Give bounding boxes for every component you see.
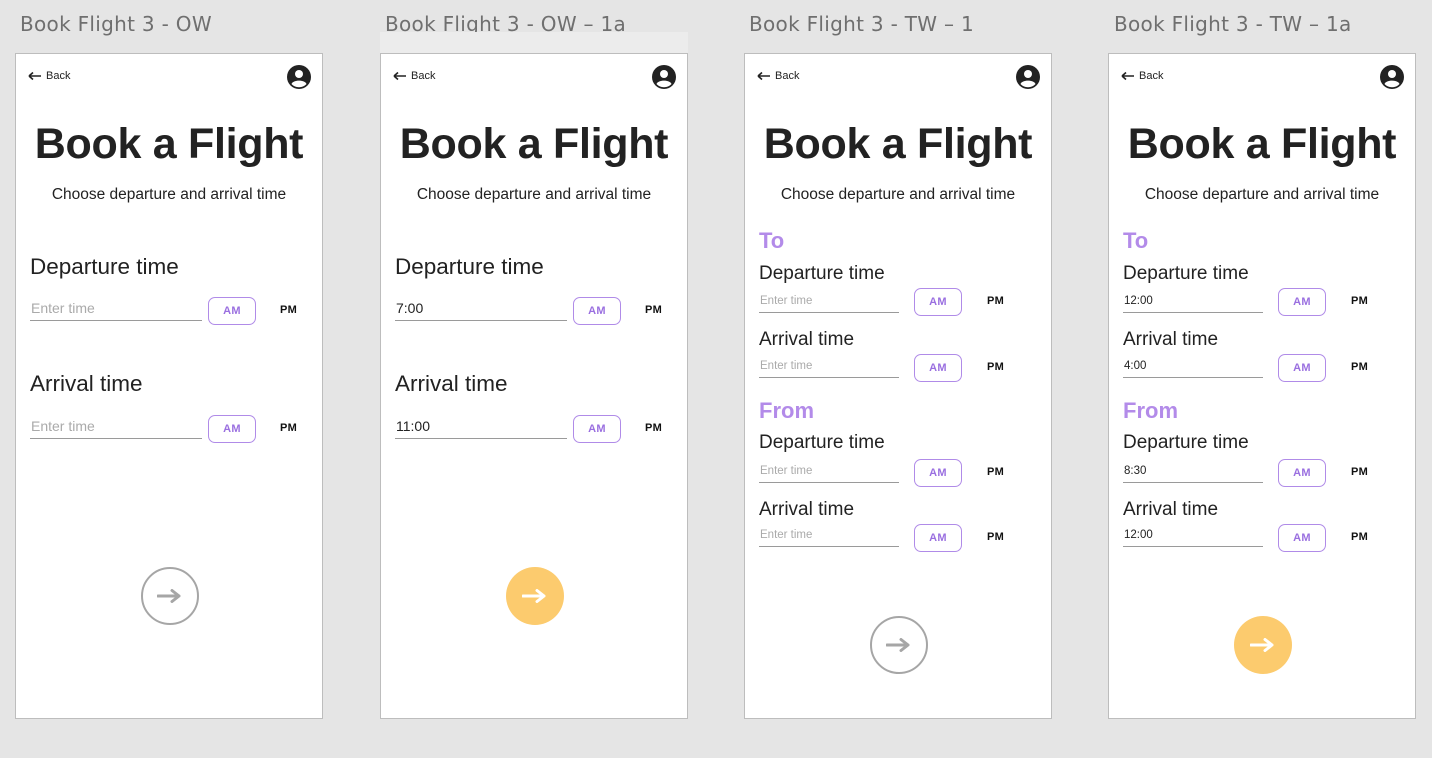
- account-icon[interactable]: [1380, 65, 1404, 89]
- phone-frame-ow: Back Book a Flight Choose departure and …: [15, 53, 323, 719]
- account-icon[interactable]: [652, 65, 676, 89]
- page-subtitle: Choose departure and arrival time: [416, 186, 652, 203]
- to-departure-pm-button[interactable]: PM: [987, 295, 1004, 307]
- next-button[interactable]: [870, 616, 928, 674]
- arrow-right-icon: [886, 638, 910, 652]
- to-arrival-time-input[interactable]: [1123, 357, 1263, 378]
- frame-tab: [380, 32, 688, 53]
- departure-am-button[interactable]: AM: [208, 297, 256, 325]
- back-button[interactable]: Back: [28, 70, 70, 82]
- from-departure-am-button[interactable]: AM: [914, 459, 962, 487]
- arrival-time-label: Arrival time: [30, 371, 143, 396]
- phone-frame-tw-filled: Back Book a Flight Choose departure and …: [1108, 53, 1416, 719]
- page-title: Book a Flight: [34, 120, 304, 168]
- to-departure-pm-button[interactable]: PM: [1351, 295, 1368, 307]
- to-section-label: To: [759, 228, 785, 253]
- to-arrival-time-label: Arrival time: [1123, 329, 1219, 350]
- back-label: Back: [1139, 70, 1164, 82]
- arrow-left-icon: [393, 71, 406, 81]
- back-button[interactable]: Back: [757, 70, 799, 82]
- arrow-left-icon: [28, 71, 41, 81]
- departure-time-input[interactable]: [395, 298, 567, 321]
- to-section-label: To: [1123, 228, 1149, 253]
- account-icon[interactable]: [287, 65, 311, 89]
- to-arrival-am-button[interactable]: AM: [914, 354, 962, 382]
- from-section-label: From: [1123, 398, 1178, 423]
- back-label: Back: [46, 70, 71, 82]
- next-button[interactable]: [141, 567, 199, 625]
- to-arrival-time-input[interactable]: [759, 357, 899, 378]
- from-departure-time-input[interactable]: [759, 462, 899, 483]
- from-departure-am-button[interactable]: AM: [1278, 459, 1326, 487]
- arrow-right-icon: [522, 589, 546, 603]
- arrow-left-icon: [757, 71, 770, 81]
- from-section-label: From: [759, 398, 814, 423]
- arrival-am-button[interactable]: AM: [573, 415, 621, 443]
- departure-time-input[interactable]: [30, 298, 202, 321]
- to-arrival-time-label: Arrival time: [759, 329, 855, 350]
- arrival-time-input[interactable]: [30, 416, 202, 439]
- from-arrival-am-button[interactable]: AM: [914, 524, 962, 552]
- to-departure-time-label: Departure time: [759, 263, 885, 284]
- page-title: Book a Flight: [1127, 120, 1397, 168]
- arrival-time-input[interactable]: [395, 416, 567, 439]
- to-departure-am-button[interactable]: AM: [1278, 288, 1326, 316]
- back-label: Back: [411, 70, 436, 82]
- departure-time-label: Departure time: [395, 254, 544, 279]
- arrival-pm-button[interactable]: PM: [645, 422, 662, 434]
- next-button[interactable]: [506, 567, 564, 625]
- departure-pm-button[interactable]: PM: [645, 304, 662, 316]
- from-arrival-pm-button[interactable]: PM: [987, 531, 1004, 543]
- page-subtitle: Choose departure and arrival time: [780, 186, 1016, 203]
- arrival-time-label: Arrival time: [395, 371, 508, 396]
- departure-am-button[interactable]: AM: [573, 297, 621, 325]
- to-arrival-am-button[interactable]: AM: [1278, 354, 1326, 382]
- from-arrival-am-button[interactable]: AM: [1278, 524, 1326, 552]
- page-subtitle: Choose departure and arrival time: [51, 186, 287, 203]
- to-departure-time-label: Departure time: [1123, 263, 1249, 284]
- to-arrival-pm-button[interactable]: PM: [1351, 361, 1368, 373]
- from-arrival-pm-button[interactable]: PM: [1351, 531, 1368, 543]
- page-title: Book a Flight: [763, 120, 1033, 168]
- page-title: Book a Flight: [399, 120, 669, 168]
- from-arrival-time-label: Arrival time: [1123, 499, 1219, 520]
- page-subtitle: Choose departure and arrival time: [1144, 186, 1380, 203]
- departure-time-label: Departure time: [30, 254, 179, 279]
- back-button[interactable]: Back: [393, 70, 435, 82]
- frame-title: Book Flight 3 - TW – 1: [749, 12, 975, 36]
- frame-title: Book Flight 3 - TW – 1a: [1114, 12, 1352, 36]
- back-button[interactable]: Back: [1121, 70, 1163, 82]
- from-arrival-time-input[interactable]: [759, 526, 899, 547]
- phone-frame-tw: Back Book a Flight Choose departure and …: [744, 53, 1052, 719]
- back-label: Back: [775, 70, 800, 82]
- from-arrival-time-label: Arrival time: [759, 499, 855, 520]
- account-icon[interactable]: [1016, 65, 1040, 89]
- arrow-left-icon: [1121, 71, 1134, 81]
- arrival-pm-button[interactable]: PM: [280, 422, 297, 434]
- to-departure-time-input[interactable]: [1123, 292, 1263, 313]
- from-arrival-time-input[interactable]: [1123, 526, 1263, 547]
- from-departure-time-label: Departure time: [759, 432, 885, 453]
- arrow-right-icon: [1250, 638, 1274, 652]
- arrow-right-icon: [157, 589, 181, 603]
- next-button[interactable]: [1234, 616, 1292, 674]
- from-departure-time-label: Departure time: [1123, 432, 1249, 453]
- phone-frame-ow-filled: Back Book a Flight Choose departure and …: [380, 53, 688, 719]
- to-arrival-pm-button[interactable]: PM: [987, 361, 1004, 373]
- arrival-am-button[interactable]: AM: [208, 415, 256, 443]
- from-departure-time-input[interactable]: [1123, 462, 1263, 483]
- from-departure-pm-button[interactable]: PM: [1351, 466, 1368, 478]
- departure-pm-button[interactable]: PM: [280, 304, 297, 316]
- to-departure-am-button[interactable]: AM: [914, 288, 962, 316]
- frame-title: Book Flight 3 - OW: [20, 12, 212, 36]
- to-departure-time-input[interactable]: [759, 292, 899, 313]
- from-departure-pm-button[interactable]: PM: [987, 466, 1004, 478]
